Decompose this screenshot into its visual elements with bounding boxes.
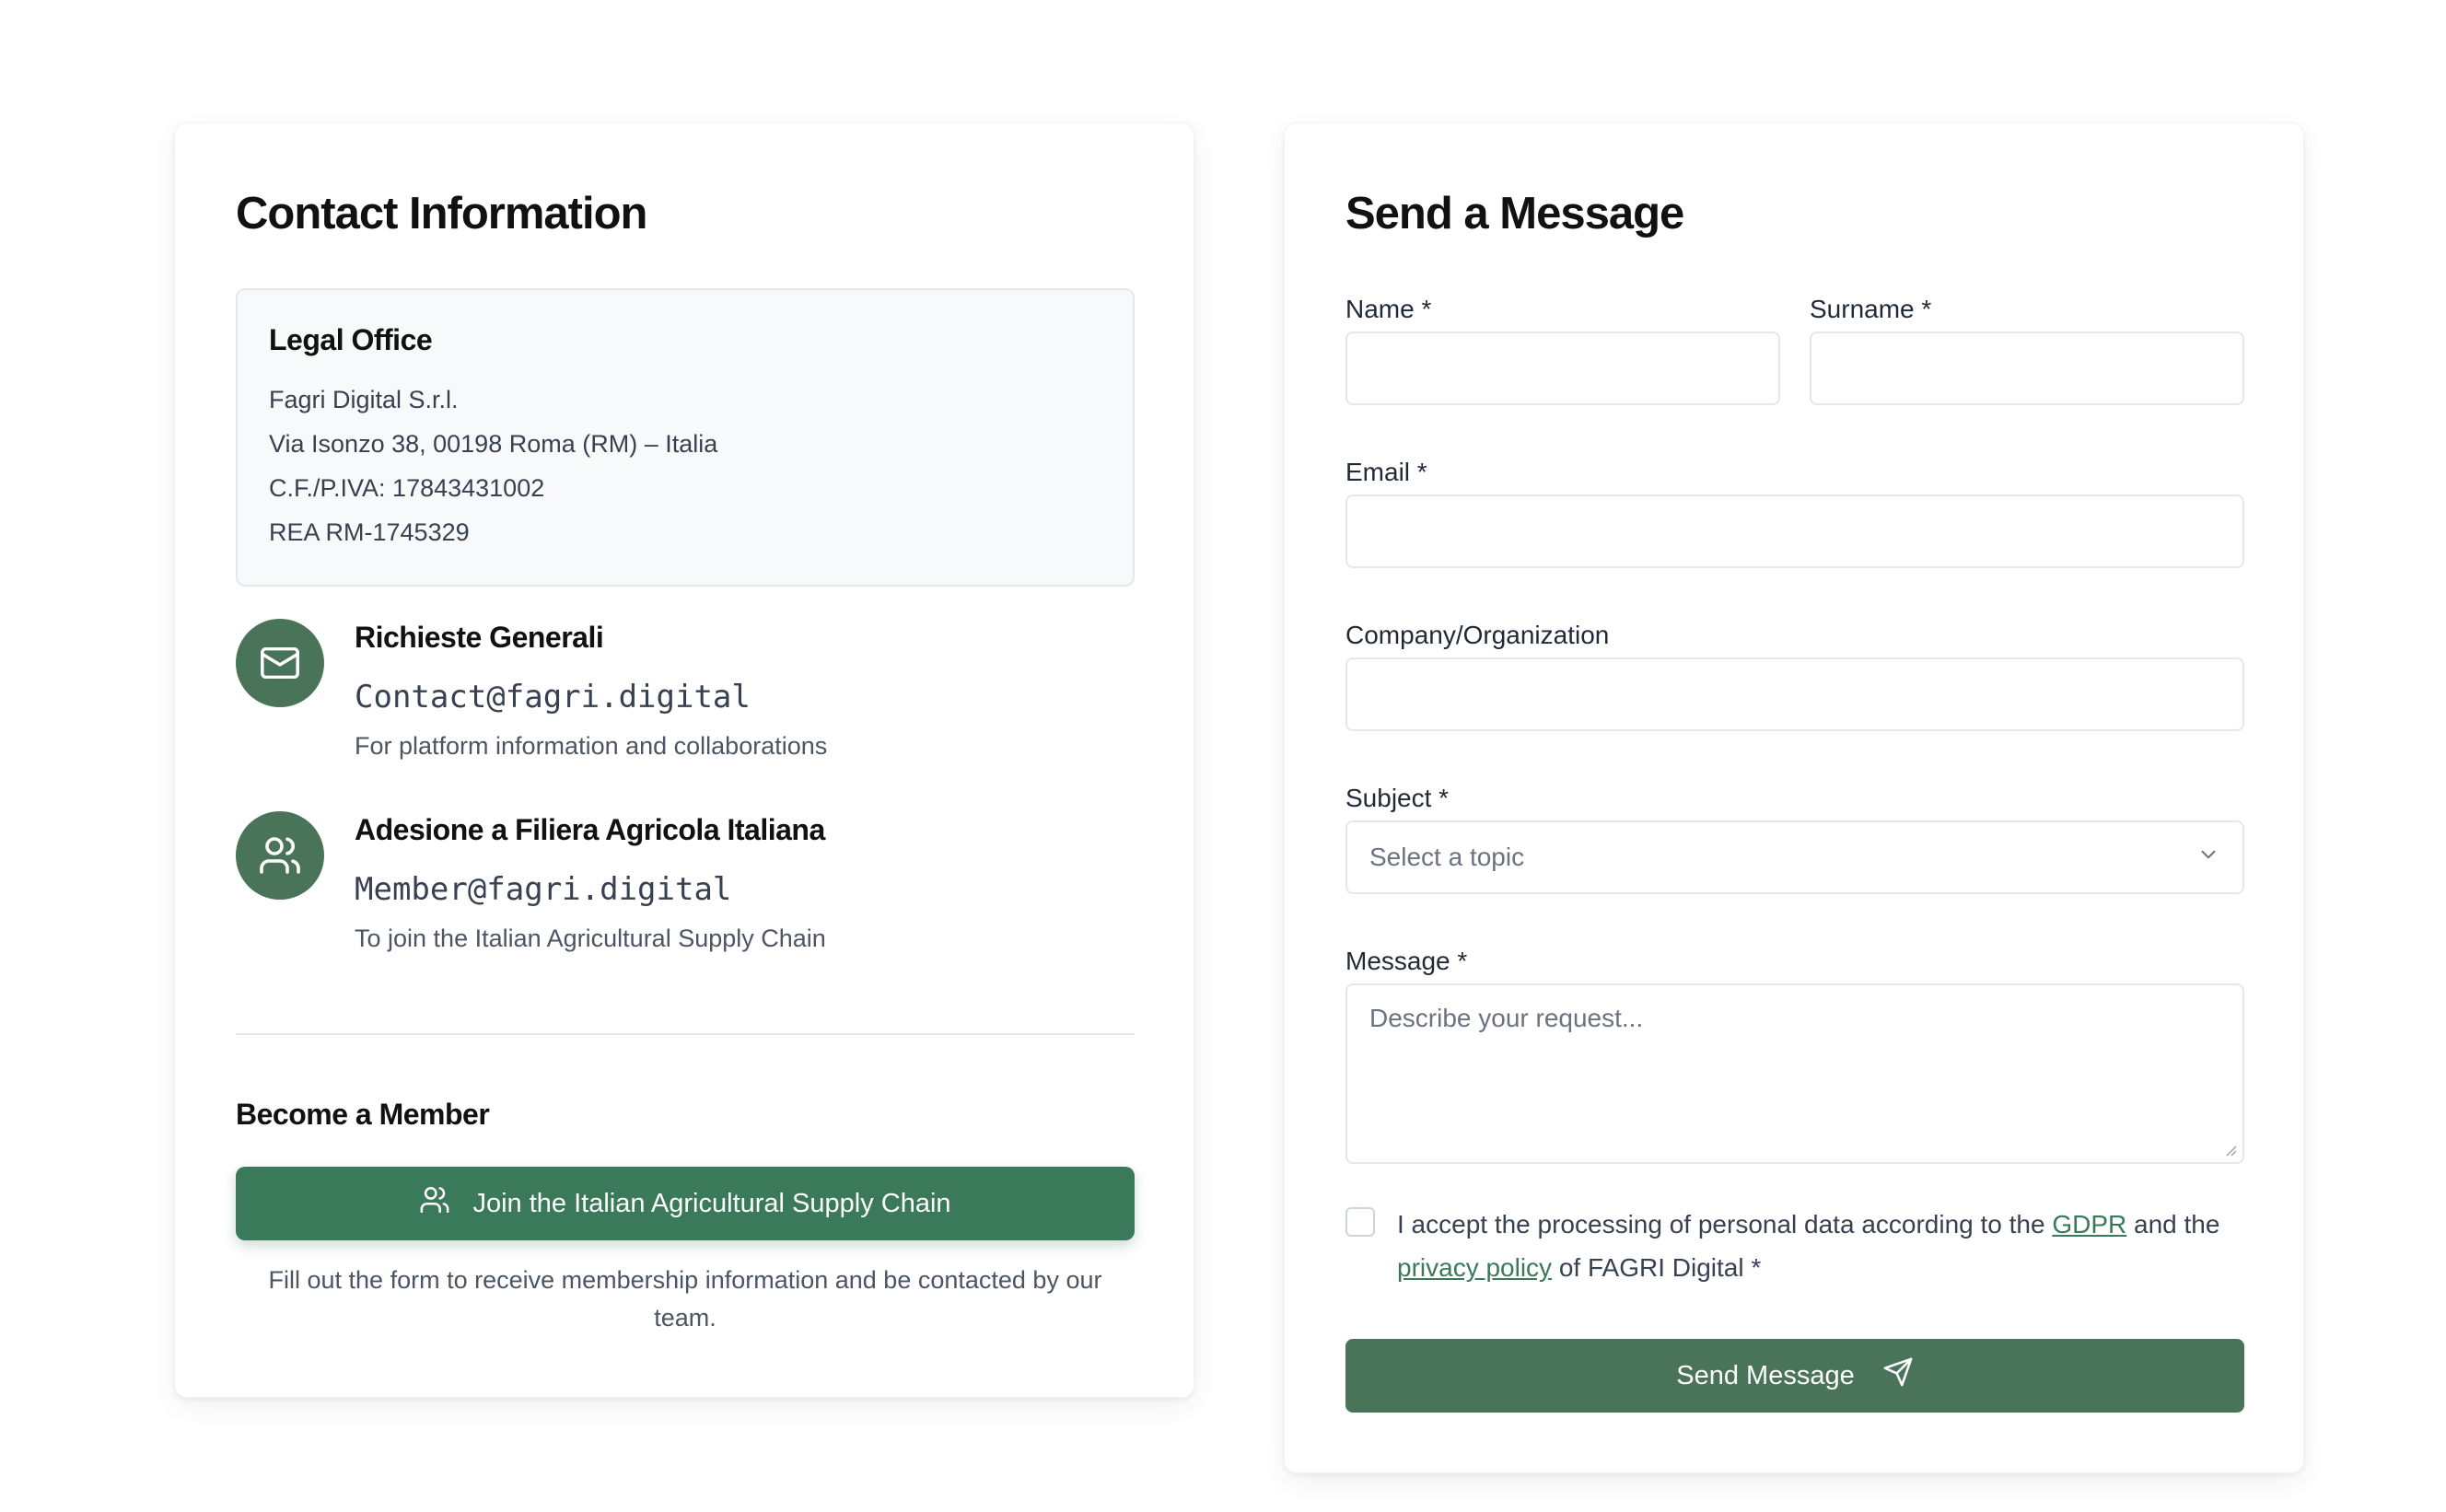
- contact-email-link[interactable]: Contact@fagri.digital: [355, 679, 827, 715]
- surname-label: Surname *: [1810, 295, 1932, 323]
- contact-item-title: Adesione a Filiera Agricola Italiana: [355, 813, 825, 846]
- become-member-title: Become a Member: [236, 1098, 490, 1131]
- users-icon: [236, 811, 324, 900]
- consent-text-middle: and the: [2126, 1210, 2220, 1239]
- message-textarea[interactable]: Describe your request...: [1345, 983, 2244, 1164]
- section-divider: [236, 1033, 1135, 1035]
- legal-rea: REA RM-1745329: [269, 518, 470, 546]
- consent-text-end: of FAGRI Digital *: [1552, 1253, 1762, 1282]
- gdpr-link[interactable]: GDPR: [2052, 1210, 2126, 1239]
- contact-item-description: To join the Italian Agricultural Supply …: [355, 925, 826, 952]
- contact-info-title: Contact Information: [236, 189, 647, 238]
- users-icon: [419, 1184, 450, 1223]
- message-label: Message *: [1345, 947, 1468, 975]
- send-button-label: Send Message: [1676, 1360, 1855, 1390]
- legal-company-name: Fagri Digital S.r.l.: [269, 386, 459, 413]
- legal-address: Via Isonzo 38, 00198 Roma (RM) – Italia: [269, 430, 718, 458]
- mail-icon: [236, 619, 324, 707]
- contact-info-card: Contact Information Legal Office Fagri D…: [174, 122, 1194, 1398]
- legal-office-box: Legal Office Fagri Digital S.r.l. Via Is…: [236, 288, 1135, 587]
- name-input[interactable]: [1345, 331, 1780, 405]
- subject-label: Subject *: [1345, 784, 1450, 812]
- chevron-down-icon: [2196, 843, 2220, 873]
- contact-item-membership: Adesione a Filiera Agricola Italiana Mem…: [236, 811, 1135, 995]
- join-button-label: Join the Italian Agricultural Supply Cha…: [472, 1188, 951, 1218]
- subject-selected-value: Select a topic: [1369, 843, 1525, 871]
- consent-text: I accept the processing of personal data…: [1397, 1203, 2244, 1289]
- contact-item-general: Richieste Generali Contact@fagri.digital…: [236, 619, 1135, 803]
- resize-handle-icon[interactable]: [2222, 1142, 2237, 1157]
- contact-item-title: Richieste Generali: [355, 621, 604, 654]
- email-label: Email *: [1345, 458, 1427, 486]
- gdpr-consent-checkbox[interactable]: [1345, 1207, 1375, 1237]
- privacy-policy-link[interactable]: privacy policy: [1397, 1253, 1552, 1282]
- contact-page: Contact Information Legal Office Fagri D…: [0, 0, 2446, 1512]
- subject-select[interactable]: Select a topic: [1345, 820, 2244, 894]
- contact-item-description: For platform information and collaborati…: [355, 732, 828, 760]
- message-form-card: Send a Message Name * Surname * Email * …: [1284, 122, 2304, 1473]
- email-input[interactable]: [1345, 494, 2244, 568]
- member-email-link[interactable]: Member@fagri.digital: [355, 871, 826, 908]
- consent-text-start: I accept the processing of personal data…: [1397, 1210, 2053, 1239]
- message-form-title: Send a Message: [1345, 189, 1684, 238]
- company-label: Company/Organization: [1345, 621, 1610, 649]
- message-placeholder: Describe your request...: [1369, 1004, 1644, 1032]
- surname-input[interactable]: [1810, 331, 2244, 405]
- send-message-button[interactable]: Send Message: [1345, 1339, 2244, 1413]
- name-label: Name *: [1345, 295, 1432, 323]
- company-input[interactable]: [1345, 657, 2244, 731]
- legal-office-title: Legal Office: [269, 323, 433, 356]
- membership-note: Fill out the form to receive membership …: [268, 1266, 1102, 1332]
- join-supply-chain-button[interactable]: Join the Italian Agricultural Supply Cha…: [236, 1167, 1135, 1240]
- send-icon: [1882, 1356, 1914, 1395]
- legal-vat: C.F./P.IVA: 17843431002: [269, 474, 545, 502]
